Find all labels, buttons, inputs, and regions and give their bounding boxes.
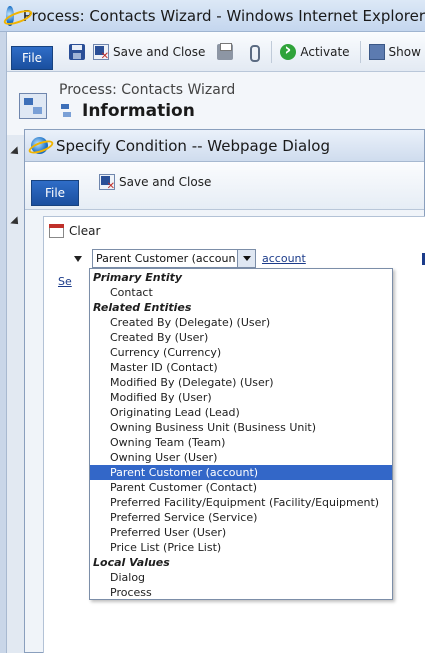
outer-save-button[interactable]: [69, 43, 85, 60]
dialog-save-close-button[interactable]: Save and Close: [99, 174, 212, 192]
dialog-save-close-label: Save and Close: [119, 175, 212, 189]
save-icon: [69, 43, 85, 60]
outer-save-close-label: Save and Close: [113, 44, 206, 59]
outer-window-titlebar: Process: Contacts Wizard - Windows Inter…: [0, 0, 425, 32]
clear-button[interactable]: Clear: [49, 224, 100, 238]
entity-select[interactable]: Parent Customer (account): [92, 249, 256, 268]
collapse-arrow-icon[interactable]: [10, 216, 22, 228]
entity-select-value: Parent Customer (account): [96, 252, 235, 265]
dropdown-option[interactable]: Parent Customer (Contact): [90, 480, 392, 495]
information-icon: [59, 103, 73, 119]
outer-activate-label: Activate: [300, 44, 350, 59]
select-link[interactable]: Se: [58, 275, 72, 288]
chevron-down-icon[interactable]: [237, 250, 255, 267]
dropdown-option-selected[interactable]: Parent Customer (account): [90, 465, 392, 480]
dropdown-group-header: Primary Entity: [93, 271, 183, 284]
dialog-file-tab[interactable]: File: [31, 180, 79, 206]
outer-ribbon: File Save and Close Activate Show: [7, 32, 425, 72]
dropdown-option[interactable]: Preferred Facility/Equipment (Facility/E…: [90, 495, 392, 510]
outer-print-button[interactable]: [217, 42, 234, 60]
process-icon: [19, 93, 47, 119]
condition-row: Parent Customer (account) account: [74, 249, 306, 268]
dropdown-option[interactable]: Dialog: [90, 570, 392, 585]
outer-activate-button[interactable]: Activate: [280, 40, 350, 60]
save-and-close-icon: [99, 174, 115, 192]
process-title: Process: Contacts Wizard: [59, 82, 236, 98]
ribbon-divider: [359, 40, 361, 63]
outer-form-header: Process: Contacts Wizard Information: [7, 73, 425, 135]
outer-show-button[interactable]: Show: [368, 43, 421, 60]
dialog-title: Specify Condition -- Webpage Dialog: [56, 136, 330, 155]
print-icon: [217, 42, 234, 60]
outer-attach-button[interactable]: [245, 44, 261, 62]
activate-icon: [280, 40, 297, 60]
dropdown-group-header: Related Entities: [93, 301, 192, 314]
dropdown-option[interactable]: Contact: [90, 285, 392, 300]
row-expand-arrow-icon[interactable]: [74, 255, 82, 262]
dropdown-option[interactable]: Created By (Delegate) (User): [90, 315, 392, 330]
dropdown-option[interactable]: Owning Team (Team): [90, 435, 392, 450]
outer-side-bar: [7, 135, 25, 653]
collapse-arrow-icon[interactable]: [10, 146, 22, 158]
dropdown-option[interactable]: Process: [90, 585, 392, 600]
entity-dropdown-list[interactable]: Primary Entity Contact Related Entities Cre…: [89, 268, 393, 600]
section-title: Information: [82, 101, 195, 121]
entity-link[interactable]: account: [262, 252, 306, 265]
dropdown-option[interactable]: Price List (Price List): [90, 540, 392, 555]
clear-icon: [49, 224, 64, 238]
outer-window-title: Process: Contacts Wizard - Windows Inter…: [22, 6, 425, 25]
dropdown-option[interactable]: Preferred User (User): [90, 525, 392, 540]
ie-icon: [31, 137, 48, 154]
outer-show-label: Show: [388, 44, 421, 59]
ie-icon: [6, 5, 14, 26]
dropdown-option[interactable]: Owning User (User): [90, 450, 392, 465]
ribbon-divider: [271, 40, 273, 63]
dropdown-option[interactable]: Currency (Currency): [90, 345, 392, 360]
dropdown-group-header: Local Values: [93, 556, 170, 569]
outer-file-tab[interactable]: File: [11, 45, 53, 70]
clear-label: Clear: [69, 224, 101, 238]
show-icon: [368, 43, 385, 60]
dropdown-option[interactable]: Owning Business Unit (Business Unit): [90, 420, 392, 435]
dropdown-option[interactable]: Master ID (Contact): [90, 360, 392, 375]
save-and-close-icon: [93, 43, 109, 62]
dropdown-option[interactable]: Preferred Service (Service): [90, 510, 392, 525]
dialog-ribbon: File Save and Close: [25, 162, 424, 210]
dropdown-option[interactable]: Originating Lead (Lead): [90, 405, 392, 420]
dropdown-option[interactable]: Modified By (User): [90, 390, 392, 405]
paperclip-icon: [245, 44, 261, 62]
dropdown-option[interactable]: Created By (User): [90, 330, 392, 345]
dropdown-option[interactable]: Modified By (Delegate) (User): [90, 375, 392, 390]
outer-save-close-button[interactable]: Save and Close: [93, 43, 206, 62]
dialog-titlebar: Specify Condition -- Webpage Dialog: [25, 130, 424, 162]
